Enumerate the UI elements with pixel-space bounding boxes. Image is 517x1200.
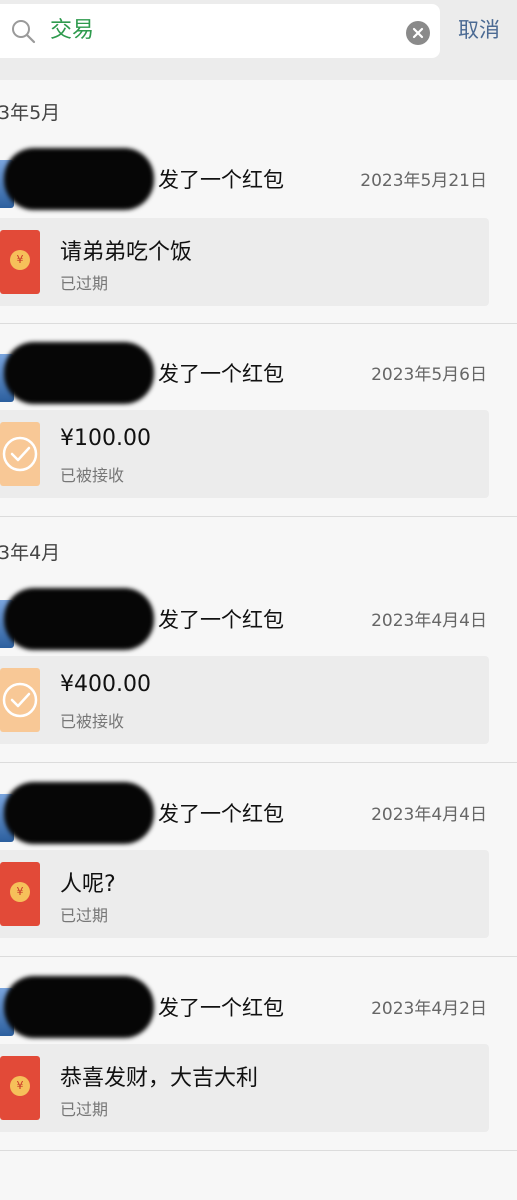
redacted-name [4,976,154,1038]
card-title: ¥100.00 [60,426,151,451]
card-status: 已过期 [60,274,109,293]
search-header: 交易 取消 [0,0,517,80]
month-header: 3年4月 [0,542,61,564]
card-title: 请弟弟吃个饭 [60,240,193,265]
search-input[interactable]: 交易 [0,4,440,58]
divider [0,516,517,517]
divider [0,956,517,957]
record-title: 发了一个红包 [158,168,284,192]
card-title: 恭喜发财，大吉大利 [60,1066,259,1091]
record-title: 发了一个红包 [158,362,284,386]
month-header: 3年5月 [0,102,61,124]
cancel-button[interactable]: 取消 [458,16,500,44]
red-packet-card[interactable]: ¥400.00 已被接收 [0,656,489,744]
red-packet-icon: ¥ [0,1056,40,1120]
red-packet-icon: ¥ [0,230,40,294]
red-packet-card[interactable]: ¥ 恭喜发财，大吉大利 已过期 [0,1044,489,1132]
redacted-name [4,148,154,210]
divider [0,762,517,763]
divider [0,323,517,324]
redacted-name [4,588,154,650]
card-status: 已被接收 [60,712,125,731]
card-status: 已过期 [60,1100,109,1119]
red-packet-icon: ¥ [0,862,40,926]
search-icon [12,20,36,44]
record-date: 2023年5月6日 [371,365,487,385]
redacted-name [4,342,154,404]
record-title: 发了一个红包 [158,996,284,1020]
clear-icon[interactable] [406,21,430,45]
card-status: 已过期 [60,906,109,925]
search-query[interactable]: 交易 [50,18,94,44]
red-packet-card[interactable]: ¥ 请弟弟吃个饭 已过期 [0,218,489,306]
red-packet-card[interactable]: ¥100.00 已被接收 [0,410,489,498]
card-title: ¥400.00 [60,672,151,697]
received-check-icon [0,668,40,732]
record-date: 2023年4月4日 [371,611,487,631]
record-title: 发了一个红包 [158,802,284,826]
transaction-search-page: 交易 取消 3年5月 发了一个红包 2023年5月21日 ¥ 请弟弟吃个饭 已过… [0,0,517,1200]
divider [0,1150,517,1151]
record-date: 2023年4月2日 [371,999,487,1019]
received-check-icon [0,422,40,486]
card-status: 已被接收 [60,466,125,485]
record-date: 2023年5月21日 [360,171,487,191]
red-packet-card[interactable]: ¥ 人呢? 已过期 [0,850,489,938]
record-title: 发了一个红包 [158,608,284,632]
card-title: 人呢? [60,872,116,897]
redacted-name [4,782,154,844]
record-date: 2023年4月4日 [371,805,487,825]
